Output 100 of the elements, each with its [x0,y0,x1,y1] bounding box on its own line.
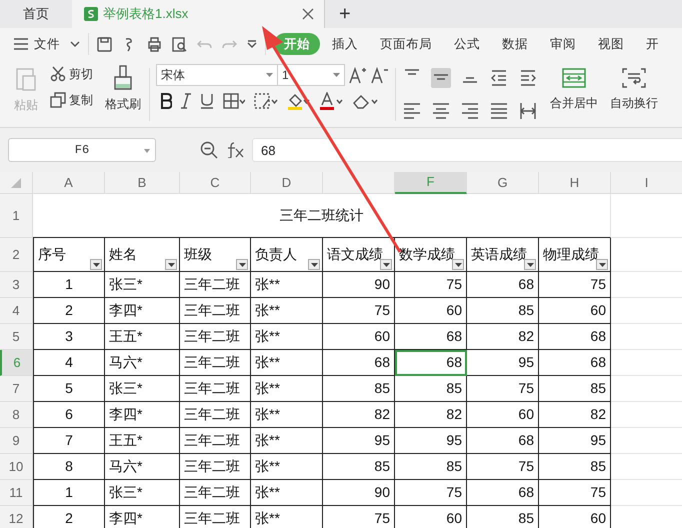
table-cell: 张** [251,298,323,324]
header-cell[interactable]: 英语成绩 [467,238,539,272]
ribbon-tab[interactable]: 视图 [588,32,634,56]
table-cell: 张** [251,480,323,506]
table-cell: 三年二班 [180,428,251,454]
copy-button[interactable]: 复制 [48,90,95,110]
increase-font-icon[interactable] [349,66,367,84]
row-header[interactable]: 1 [0,194,33,238]
column-header[interactable]: A [33,172,105,194]
ribbon-tab[interactable]: 页面布局 [370,32,442,56]
row-header[interactable]: 7 [0,376,33,402]
filter-button[interactable] [380,259,392,270]
filter-button[interactable] [308,259,320,270]
merge-center-button[interactable]: 合并居中 [548,64,600,127]
row-header[interactable]: 10 [0,454,33,480]
dropdown-icon[interactable] [247,40,257,48]
ribbon-tab[interactable]: 数据 [492,32,538,56]
table-cell: 82 [467,324,539,350]
table-cell: 三年二班 [180,376,251,402]
align-center-icon[interactable] [431,100,451,120]
close-icon[interactable] [302,8,314,20]
underline-icon[interactable] [200,93,214,109]
ribbon-tab[interactable]: 开 [636,32,669,56]
new-tab-button[interactable]: + [325,0,365,28]
column-header[interactable]: H [539,172,611,194]
row-header[interactable]: 8 [0,402,33,428]
font-name-field[interactable]: 宋体 [156,64,278,86]
column-header[interactable]: I [611,172,682,194]
font-size-field[interactable]: 1 [277,64,345,86]
row-header[interactable]: 3 [0,272,33,298]
print-preview-icon[interactable] [172,36,187,52]
ribbon-tab[interactable]: 公式 [444,32,490,56]
table-cell: 马六* [105,350,180,376]
column-header[interactable] [323,172,395,194]
header-cell[interactable]: 语文成绩 [323,238,395,272]
save-icon[interactable] [97,36,112,52]
header-cell[interactable]: 姓名 [105,238,180,272]
column-header[interactable]: C [180,172,251,194]
table-cell: 68 [467,480,539,506]
header-cell[interactable]: 班级 [180,238,251,272]
function-icon[interactable] [226,142,244,158]
table-cell: 三年二班 [180,272,251,298]
table-cell: 75 [395,480,467,506]
font-color-icon[interactable] [320,92,344,110]
header-cell[interactable]: 数学成绩 [395,238,467,272]
merge-cells-icon [562,68,586,88]
wrap-text-button[interactable]: 自动换行 [608,64,660,127]
header-cell[interactable]: 序号 [33,238,105,272]
filter-button[interactable] [524,259,536,270]
distribute-icon[interactable] [518,100,538,120]
ribbon-tab[interactable]: 审阅 [540,32,586,56]
eraser-icon[interactable] [353,93,379,109]
filter-button[interactable] [452,259,464,270]
file-menu[interactable]: 文件 [28,32,70,56]
column-header[interactable]: B [105,172,180,194]
ribbon-tab[interactable]: 插入 [322,32,368,56]
row-header[interactable]: 2 [0,238,33,272]
fill-color-icon[interactable] [287,92,311,110]
decrease-indent-icon[interactable] [489,68,509,88]
dropdown-icon[interactable] [70,41,80,47]
fill-pattern-icon[interactable] [254,93,278,109]
row-header[interactable]: 4 [0,298,33,324]
table-cell: 三年二班 [180,480,251,506]
table-cell: 张** [251,272,323,298]
format-painter-button[interactable]: 格式刷 [103,64,143,127]
header-cell[interactable]: 负责人 [251,238,323,272]
table-cell: 张** [251,428,323,454]
filter-button[interactable] [596,259,608,270]
row-header[interactable]: 11 [0,480,33,506]
increase-indent-icon[interactable] [518,68,538,88]
decrease-font-icon[interactable] [371,66,389,84]
table-cell: 三年二班 [180,350,251,376]
row-header[interactable]: 5 [0,324,33,350]
column-header[interactable]: D [251,172,323,194]
table-cell: 75 [467,454,539,480]
name-box[interactable]: F6 [8,138,156,162]
borders-icon[interactable] [223,93,245,109]
printer-icon[interactable] [147,36,162,52]
align-right-icon[interactable] [460,100,480,120]
table-cell: 张** [251,454,323,480]
formula-field[interactable]: 68 [252,138,682,162]
row-header[interactable]: 12 [0,506,33,528]
table-cell: 75 [539,480,611,506]
column-header[interactable]: G [467,172,539,194]
table-cell: 75 [323,506,395,528]
filter-button[interactable] [90,259,102,270]
align-middle-icon[interactable] [431,68,451,88]
row-header[interactable]: 9 [0,428,33,454]
italic-icon[interactable] [181,93,191,109]
table-cell: 三年二班 [180,402,251,428]
cut-button[interactable]: 剪切 [48,64,95,84]
header-cell[interactable]: 物理成绩 [539,238,611,272]
bold-icon[interactable] [160,93,172,109]
filter-button[interactable] [236,259,248,270]
table-cell: 张三* [105,272,180,298]
filter-button[interactable] [165,259,177,270]
zoom-icon[interactable] [200,141,218,159]
align-left-icon[interactable] [402,100,422,120]
menu-icon[interactable] [14,38,28,50]
justify-icon[interactable] [489,100,509,120]
